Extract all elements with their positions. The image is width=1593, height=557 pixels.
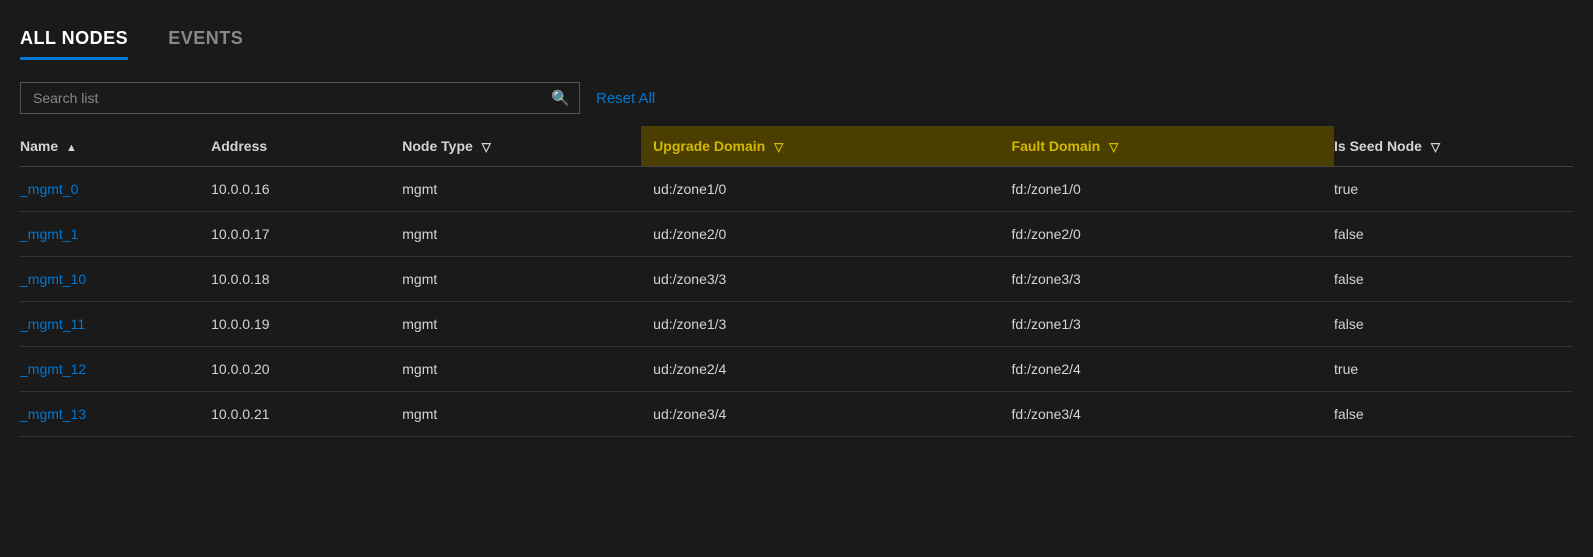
table-row: _mgmt_010.0.0.16mgmtud:/zone1/0fd:/zone1… — [20, 167, 1573, 212]
cell-name[interactable]: _mgmt_1 — [20, 212, 211, 257]
cell-fault: fd:/zone2/4 — [1000, 347, 1334, 392]
col-header-nodetype[interactable]: Node Type ▽ — [402, 126, 641, 167]
cell-seed: false — [1334, 257, 1573, 302]
tab-all-nodes[interactable]: ALL NODES — [20, 28, 128, 60]
cell-seed: true — [1334, 347, 1573, 392]
cell-name[interactable]: _mgmt_0 — [20, 167, 211, 212]
nodes-table: Name ▲ Address Node Type ▽ Upgrade Domai… — [20, 126, 1573, 437]
cell-upgrade: ud:/zone3/4 — [641, 392, 999, 437]
cell-upgrade: ud:/zone1/3 — [641, 302, 999, 347]
table-header-row: Name ▲ Address Node Type ▽ Upgrade Domai… — [20, 126, 1573, 167]
sort-asc-icon: ▲ — [66, 142, 77, 154]
cell-nodetype: mgmt — [402, 347, 641, 392]
cell-nodetype: mgmt — [402, 392, 641, 437]
table-body: _mgmt_010.0.0.16mgmtud:/zone1/0fd:/zone1… — [20, 167, 1573, 437]
cell-upgrade: ud:/zone2/0 — [641, 212, 999, 257]
cell-upgrade: ud:/zone3/3 — [641, 257, 999, 302]
filter-seed-icon: ▽ — [1431, 140, 1440, 154]
cell-name[interactable]: _mgmt_11 — [20, 302, 211, 347]
cell-address: 10.0.0.16 — [211, 167, 402, 212]
tab-bar: ALL NODES EVENTS — [0, 0, 1593, 60]
filter-upgrade-icon: ▽ — [774, 140, 783, 154]
cell-nodetype: mgmt — [402, 302, 641, 347]
col-header-seed[interactable]: Is Seed Node ▽ — [1334, 126, 1573, 167]
cell-fault: fd:/zone3/3 — [1000, 257, 1334, 302]
cell-address: 10.0.0.20 — [211, 347, 402, 392]
cell-address: 10.0.0.18 — [211, 257, 402, 302]
cell-fault: fd:/zone2/0 — [1000, 212, 1334, 257]
cell-nodetype: mgmt — [402, 167, 641, 212]
cell-nodetype: mgmt — [402, 257, 641, 302]
cell-upgrade: ud:/zone1/0 — [641, 167, 999, 212]
cell-address: 10.0.0.19 — [211, 302, 402, 347]
cell-seed: false — [1334, 392, 1573, 437]
col-header-name[interactable]: Name ▲ — [20, 126, 211, 167]
search-area: 🔍 Reset All — [0, 60, 1593, 126]
filter-fault-icon: ▽ — [1109, 140, 1118, 154]
col-header-address[interactable]: Address — [211, 126, 402, 167]
table-row: _mgmt_1110.0.0.19mgmtud:/zone1/3fd:/zone… — [20, 302, 1573, 347]
table-row: _mgmt_1310.0.0.21mgmtud:/zone3/4fd:/zone… — [20, 392, 1573, 437]
nodes-table-container: Name ▲ Address Node Type ▽ Upgrade Domai… — [0, 126, 1593, 437]
cell-seed: false — [1334, 302, 1573, 347]
cell-address: 10.0.0.17 — [211, 212, 402, 257]
cell-name[interactable]: _mgmt_12 — [20, 347, 211, 392]
search-input[interactable] — [20, 82, 580, 114]
table-row: _mgmt_1210.0.0.20mgmtud:/zone2/4fd:/zone… — [20, 347, 1573, 392]
table-row: _mgmt_110.0.0.17mgmtud:/zone2/0fd:/zone2… — [20, 212, 1573, 257]
search-wrapper: 🔍 — [20, 82, 580, 114]
reset-all-button[interactable]: Reset All — [596, 90, 655, 107]
cell-address: 10.0.0.21 — [211, 392, 402, 437]
table-row: _mgmt_1010.0.0.18mgmtud:/zone3/3fd:/zone… — [20, 257, 1573, 302]
cell-seed: false — [1334, 212, 1573, 257]
cell-fault: fd:/zone1/0 — [1000, 167, 1334, 212]
cell-name[interactable]: _mgmt_13 — [20, 392, 211, 437]
search-icon: 🔍 — [551, 89, 570, 107]
cell-nodetype: mgmt — [402, 212, 641, 257]
cell-name[interactable]: _mgmt_10 — [20, 257, 211, 302]
tab-events[interactable]: EVENTS — [168, 28, 243, 60]
col-header-upgrade[interactable]: Upgrade Domain ▽ — [641, 126, 999, 167]
cell-upgrade: ud:/zone2/4 — [641, 347, 999, 392]
col-header-fault[interactable]: Fault Domain ▽ — [1000, 126, 1334, 167]
cell-seed: true — [1334, 167, 1573, 212]
cell-fault: fd:/zone1/3 — [1000, 302, 1334, 347]
cell-fault: fd:/zone3/4 — [1000, 392, 1334, 437]
filter-nodetype-icon: ▽ — [482, 140, 491, 154]
